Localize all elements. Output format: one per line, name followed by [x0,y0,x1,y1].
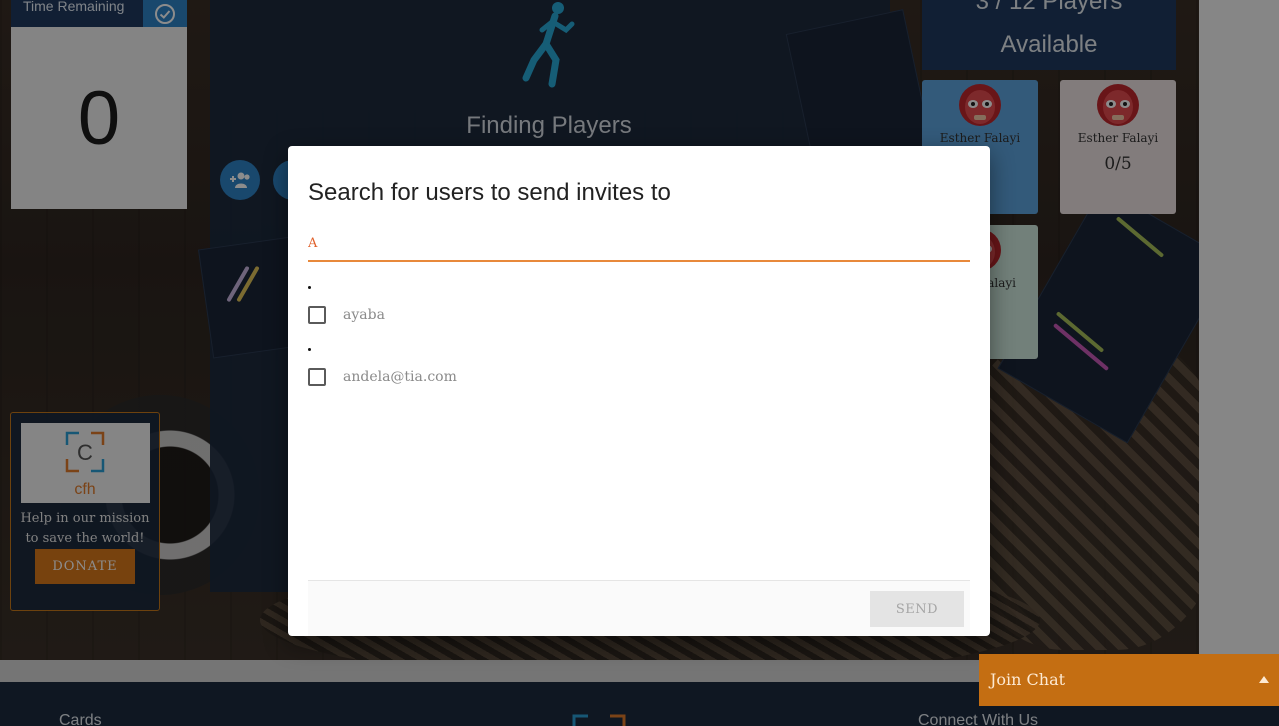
list-bullet [308,348,311,351]
caret-up-icon[interactable] [1259,676,1269,683]
join-chat-label: Join Chat [990,670,1066,689]
send-invites-button[interactable]: SEND [870,591,964,627]
user-label: ayaba [343,307,385,323]
user-search-input[interactable] [308,226,970,262]
list-item: ayaba [308,278,970,340]
user-label: andela@tia.com [343,369,457,385]
select-user-checkbox[interactable] [308,306,326,324]
dialog-title: Search for users to send invites to [308,179,671,206]
dialog-footer: SEND [308,580,970,636]
select-user-checkbox[interactable] [308,368,326,386]
list-bullet [308,286,311,289]
search-results-list: ayaba andela@tia.com [308,278,970,402]
list-item: andela@tia.com [308,340,970,402]
join-chat-bar[interactable]: Join Chat [979,654,1279,706]
invite-users-dialog: Search for users to send invites to ayab… [288,146,990,636]
